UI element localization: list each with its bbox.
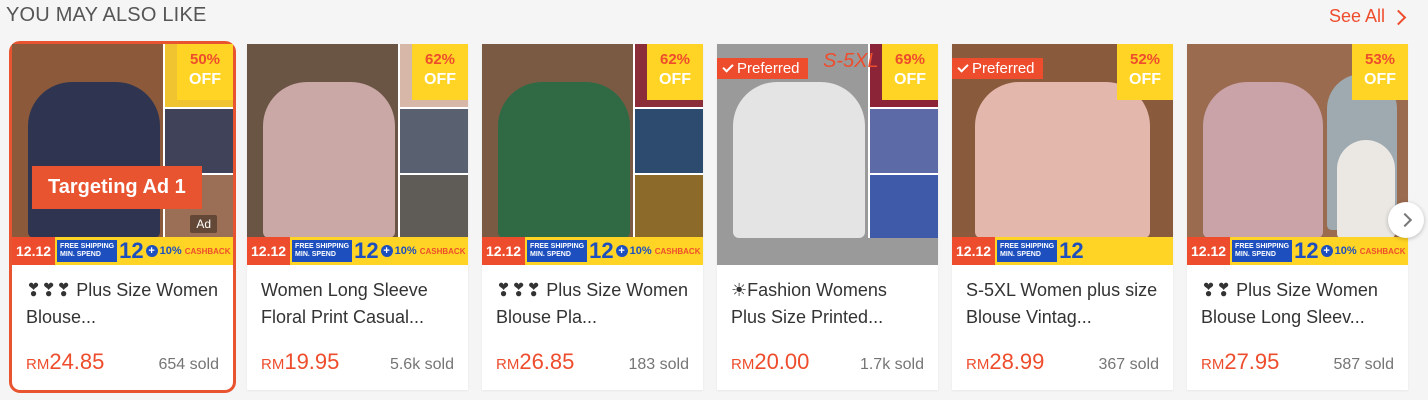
product-card[interactable]: 52% OFF Preferred 12.12 FREE SHIPPING MIN.… [952, 44, 1173, 390]
discount-badge: 62% OFF [412, 44, 468, 100]
product-photo [263, 82, 395, 238]
preferred-badge: Preferred [952, 58, 1043, 79]
product-card[interactable]: S-5XL 69% OFF Preferred ☀Fashion Womens P… [717, 44, 938, 390]
product-price: RM24.85 [26, 349, 105, 374]
product-name: ❣❣❣ Plus Size Women Blouse Pla... [496, 280, 688, 327]
product-card[interactable]: 62% OFF 12.12 FREE SHIPPING MIN. SPEND 12 +… [247, 44, 468, 390]
product-price: RM28.99 [966, 349, 1045, 374]
sold-count: 654 sold [158, 356, 220, 373]
product-price: RM19.95 [261, 349, 340, 374]
product-price: RM20.00 [731, 349, 810, 374]
ad-badge: Ad [190, 215, 217, 233]
targeting-ad-label: Targeting Ad 1 [32, 166, 202, 209]
discount-badge: 50% OFF [177, 44, 233, 100]
product-image: 53% OFF 12.12 FREE SHIPPING MIN. SPEND 12 +… [1187, 44, 1408, 265]
product-name: Women Long Sleeve Floral Print Casual... [261, 280, 428, 327]
product-card[interactable]: 53% OFF 12.12 FREE SHIPPING MIN. SPEND 12 +… [1187, 44, 1408, 390]
product-image: 62% OFF 12.12 FREE SHIPPING MIN. SPEND 12 +… [482, 44, 703, 265]
see-all-label: See All [1328, 6, 1385, 26]
section-title: YOU MAY ALSO LIKE [6, 4, 207, 26]
product-price: RM27.95 [1201, 349, 1280, 374]
product-photo [733, 82, 865, 238]
product-image: 52% OFF Preferred 12.12 FREE SHIPPING MIN.… [952, 44, 1173, 265]
product-image: S-5XL 69% OFF Preferred [717, 44, 938, 265]
chevron-right-icon [1397, 212, 1412, 228]
product-image: 62% OFF 12.12 FREE SHIPPING MIN. SPEND 12 +… [247, 44, 468, 265]
chevron-right-icon [1390, 9, 1407, 25]
product-name: S-5XL Women plus size Blouse Vintag... [966, 280, 1158, 327]
discount-badge: 62% OFF [647, 44, 703, 100]
check-icon [957, 61, 969, 73]
size-range-overlay: S-5XL [823, 50, 879, 72]
sold-count: 367 sold [1098, 356, 1160, 373]
discount-badge: 53% OFF [1352, 44, 1408, 100]
carousel-next-button[interactable] [1388, 202, 1424, 238]
promo-banner: 12.12 FREE SHIPPING MIN. SPEND 12 + 10% CA… [247, 237, 468, 265]
promo-banner: 12.12 FREE SHIPPING MIN. SPEND 12 [952, 237, 1173, 265]
product-name: ❣❣❣ Plus Size Women Blouse... [26, 280, 218, 327]
product-name: ❣❣ Plus Size Women Blouse Long Sleev... [1201, 280, 1378, 327]
promo-banner: 12.12 FREE SHIPPING MIN. SPEND 12 + 10% CA… [482, 237, 703, 265]
sold-count: 1.7k sold [859, 356, 924, 373]
promo-banner: 12.12 FREE SHIPPING MIN. SPEND 12 + 10% CA… [12, 237, 233, 265]
product-photo [1203, 82, 1323, 238]
sold-count: 5.6k sold [389, 356, 454, 373]
product-price: RM26.85 [496, 349, 575, 374]
product-photo-tertiary [1337, 140, 1395, 238]
preferred-badge: Preferred [717, 58, 808, 79]
product-photo [498, 82, 630, 238]
sold-count: 183 sold [628, 356, 690, 373]
promo-banner: 12.12 FREE SHIPPING MIN. SPEND 12 + 10% CA… [1187, 237, 1408, 265]
check-icon [722, 61, 734, 73]
sold-count: 587 sold [1333, 356, 1395, 373]
product-card[interactable]: 50% OFF Targeting Ad 1 Ad 12.12 FREE SHIP… [9, 41, 236, 393]
product-photo [28, 82, 160, 238]
product-name: ☀Fashion Womens Plus Size Printed... [731, 280, 887, 327]
product-card[interactable]: 62% OFF 12.12 FREE SHIPPING MIN. SPEND 12 +… [482, 44, 703, 390]
product-carousel: 50% OFF Targeting Ad 1 Ad 12.12 FREE SHIP… [9, 41, 1408, 393]
discount-badge: 69% OFF [882, 44, 938, 100]
discount-badge: 52% OFF [1117, 44, 1173, 100]
product-photo [975, 82, 1150, 238]
product-image: 50% OFF Targeting Ad 1 Ad 12.12 FREE SHIP… [12, 44, 233, 265]
see-all-link[interactable]: See All [1328, 6, 1407, 27]
